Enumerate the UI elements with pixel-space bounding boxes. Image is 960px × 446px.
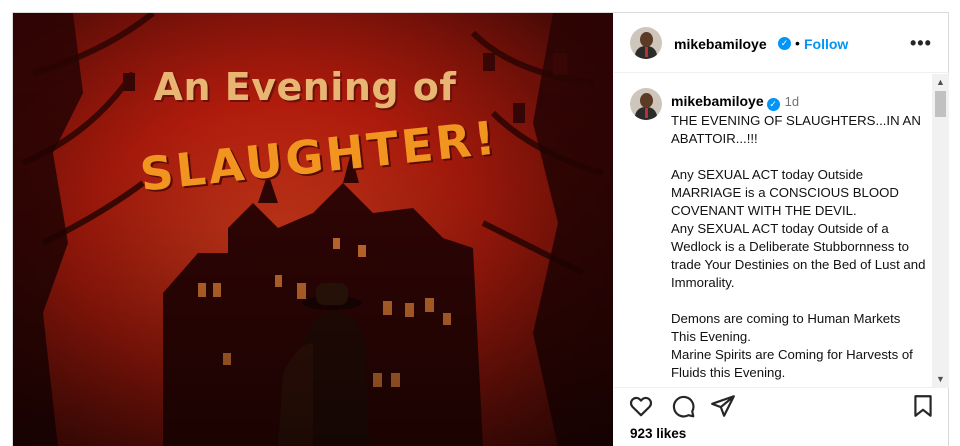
caption-avatar[interactable] bbox=[630, 88, 662, 120]
bookmark-icon[interactable] bbox=[910, 393, 936, 419]
caption-username[interactable]: mikebamiloye bbox=[671, 93, 764, 109]
post-side-panel: mikebamiloye ✓ • Follow ••• mikebamiloye… bbox=[614, 13, 949, 446]
send-icon[interactable] bbox=[710, 393, 736, 419]
post-image[interactable]: An Evening of SLAUGHTER! bbox=[13, 13, 613, 446]
author-username[interactable]: mikebamiloye bbox=[674, 36, 767, 52]
scroll-thumb[interactable] bbox=[935, 91, 946, 117]
poster-title: An Evening of bbox=[153, 65, 457, 109]
post-dialog: An Evening of SLAUGHTER! mikebamiloye ✓ … bbox=[12, 12, 949, 446]
comment-icon[interactable] bbox=[670, 393, 696, 419]
post-header: mikebamiloye ✓ • Follow ••• bbox=[614, 13, 949, 73]
caption-text: THE EVENING OF SLAUGHTERS...IN AN ABATTO… bbox=[671, 113, 926, 380]
scroll-down-icon[interactable]: ▼ bbox=[932, 371, 949, 388]
verified-badge-icon: ✓ bbox=[778, 37, 791, 50]
separator-dot: • bbox=[795, 35, 800, 51]
more-options-icon[interactable]: ••• bbox=[910, 33, 932, 54]
action-bar bbox=[614, 389, 949, 423]
caption-area[interactable]: mikebamiloye ✓ 1d THE EVENING OF SLAUGHTER… bbox=[614, 74, 949, 388]
avatar[interactable] bbox=[630, 27, 662, 59]
scroll-up-icon[interactable]: ▲ bbox=[932, 74, 949, 91]
verified-badge-icon: ✓ bbox=[766, 98, 780, 111]
post-timestamp[interactable]: 1d bbox=[785, 94, 799, 109]
follow-button[interactable]: Follow bbox=[804, 36, 848, 52]
heart-icon[interactable] bbox=[628, 393, 654, 419]
caption-scrollbar[interactable]: ▲ ▼ bbox=[932, 74, 949, 388]
likes-count[interactable]: 923 likes bbox=[630, 426, 686, 441]
caption-header: mikebamiloye ✓ 1d bbox=[671, 93, 799, 111]
